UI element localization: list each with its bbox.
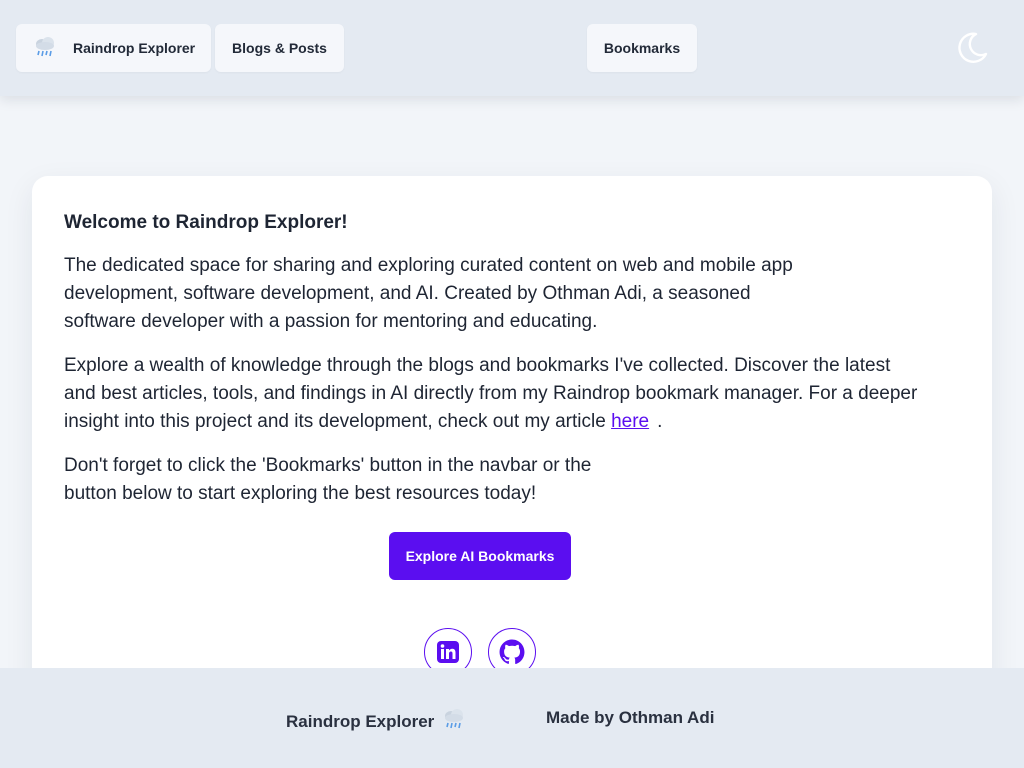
explore-paragraph: Explore a wealth of knowledge through th… [64, 352, 924, 436]
explore-ai-bookmarks-button[interactable]: Explore AI Bookmarks [389, 532, 571, 580]
bookmarks-button[interactable]: Bookmarks [587, 24, 697, 72]
navbar: Raindrop Explorer Blogs & Posts Bookmark… [0, 0, 1024, 96]
moon-icon[interactable] [954, 30, 990, 66]
page-title: Welcome to Raindrop Explorer! [64, 212, 348, 233]
explore-end: . [657, 411, 663, 432]
brand-button[interactable]: Raindrop Explorer [16, 24, 211, 72]
brand-label: Raindrop Explorer [73, 40, 196, 56]
reminder-paragraph: Don't forget to click the 'Bookmarks' bu… [64, 455, 592, 504]
footer-credit: Made by Othman Adi [546, 708, 715, 727]
welcome-card: Welcome to Raindrop Explorer! The dedica… [32, 176, 992, 706]
explore-text: Explore a wealth of knowledge through th… [64, 355, 918, 432]
rain-cloud-icon [442, 708, 466, 735]
article-link[interactable]: here [611, 411, 649, 432]
footer-brand-label: Raindrop Explorer [286, 711, 435, 731]
rain-cloud-icon [33, 36, 57, 61]
footer-brand: Raindrop Explorer [286, 708, 466, 735]
blogs-posts-button[interactable]: Blogs & Posts [215, 24, 344, 72]
intro-paragraph: The dedicated space for sharing and expl… [64, 255, 793, 332]
footer: Raindrop Explorer Made by Othman Adi [0, 668, 1024, 768]
